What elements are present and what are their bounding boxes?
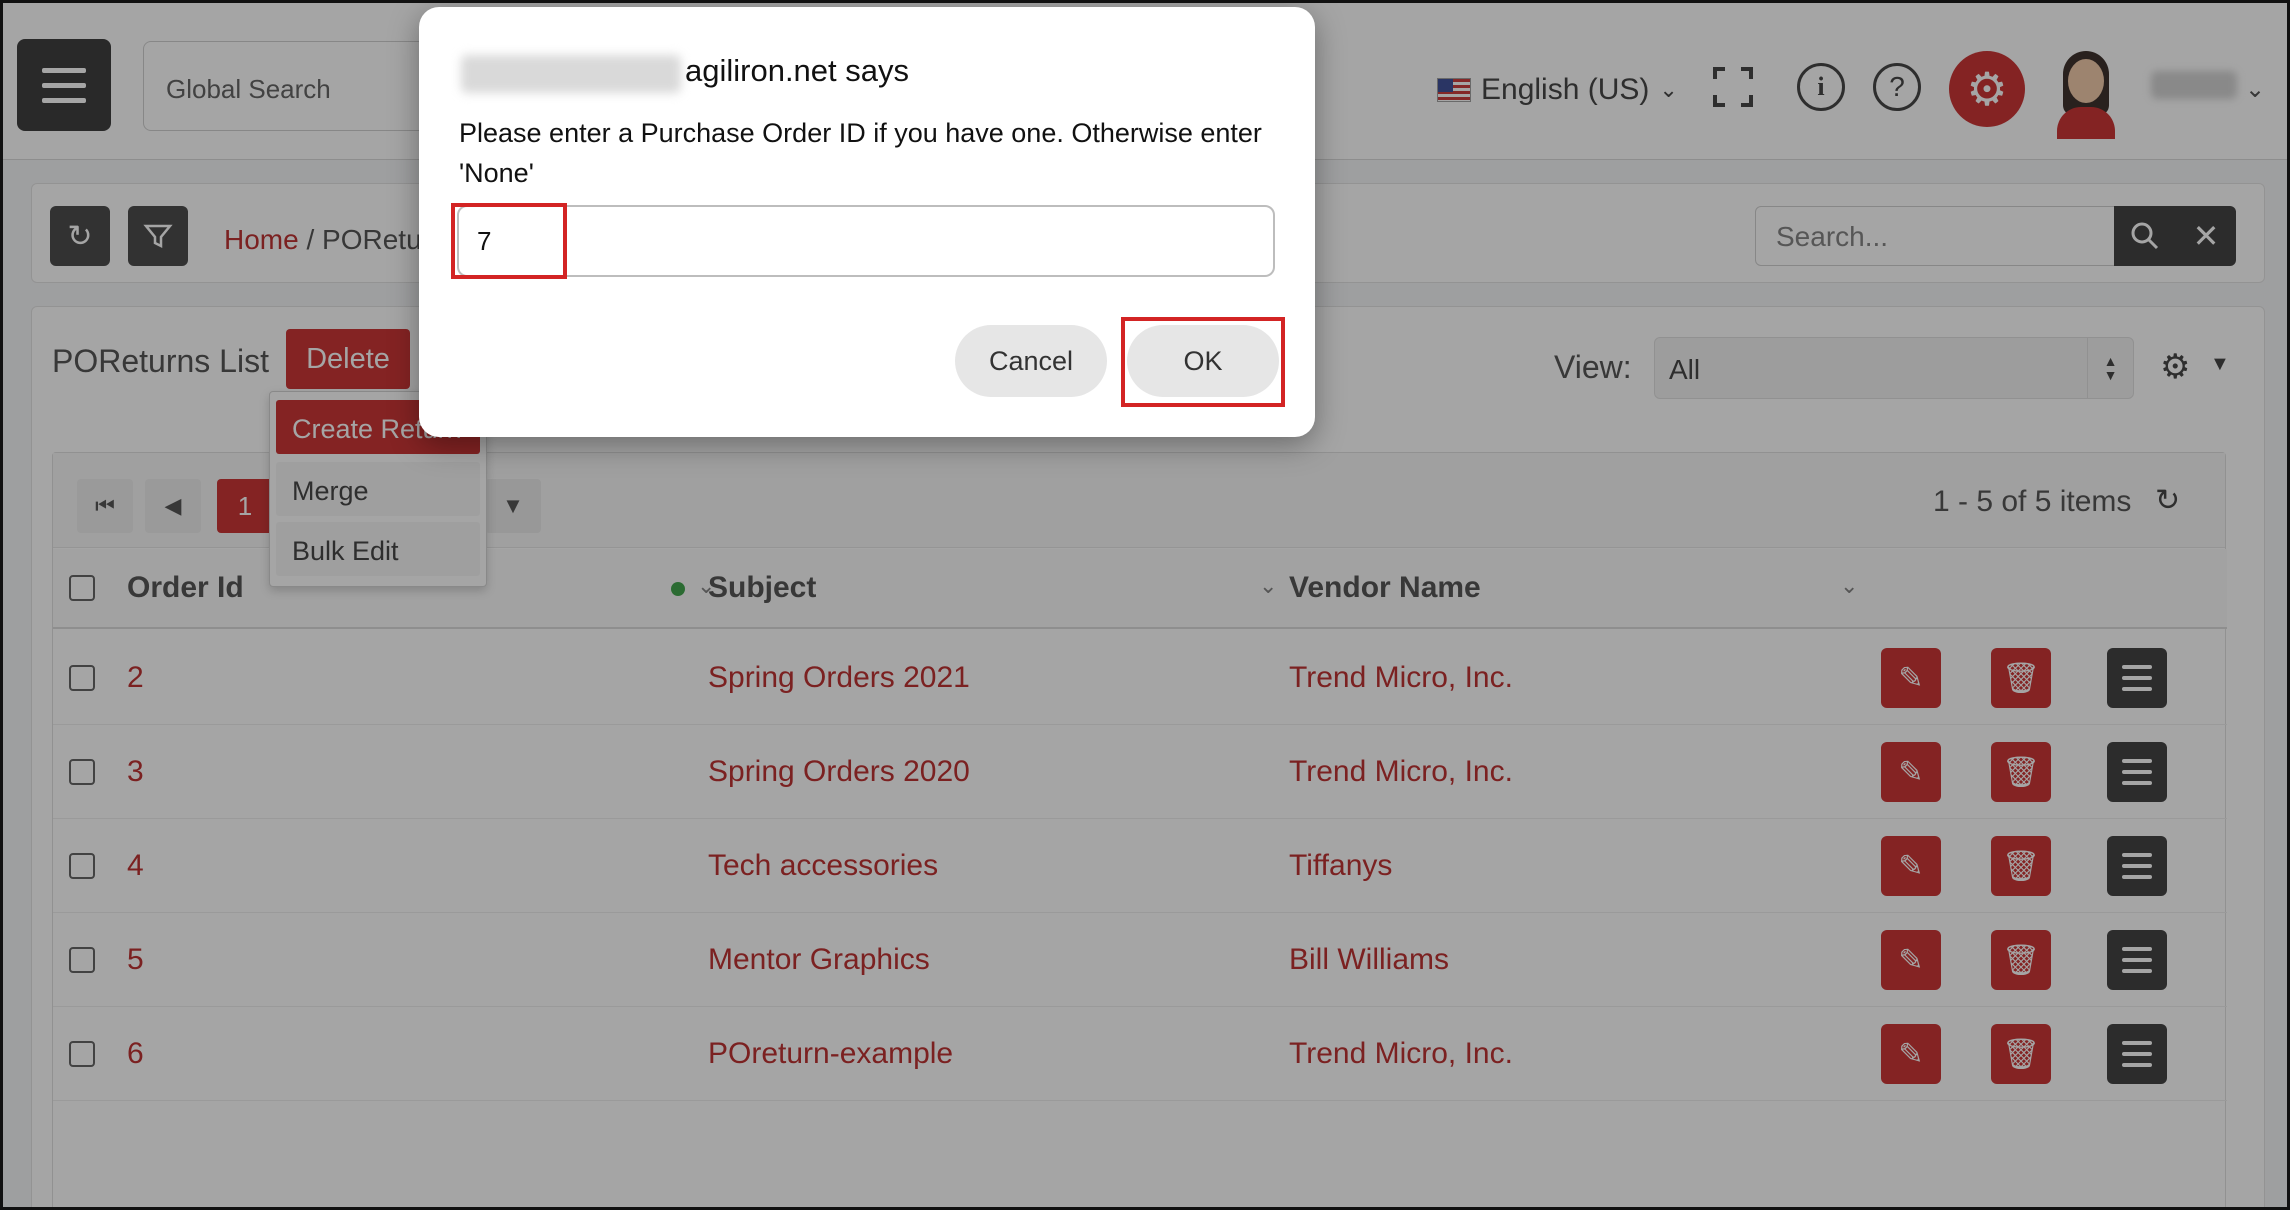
ok-highlight-box <box>1121 317 1285 407</box>
prompt-dialog: agiliron.net says Please enter a Purchas… <box>419 7 1315 437</box>
dialog-title: agiliron.net says <box>685 53 910 88</box>
dialog-message: Please enter a Purchase Order ID if you … <box>459 118 1262 188</box>
app-window: Global Search English (US) ⌄ i ? ⚙ ⌄ ↻ H… <box>0 0 2290 1210</box>
input-highlight-box <box>451 203 567 279</box>
purchase-order-id-input[interactable] <box>457 205 1275 277</box>
cancel-button[interactable]: Cancel <box>955 325 1107 397</box>
blurred-origin <box>461 55 681 93</box>
